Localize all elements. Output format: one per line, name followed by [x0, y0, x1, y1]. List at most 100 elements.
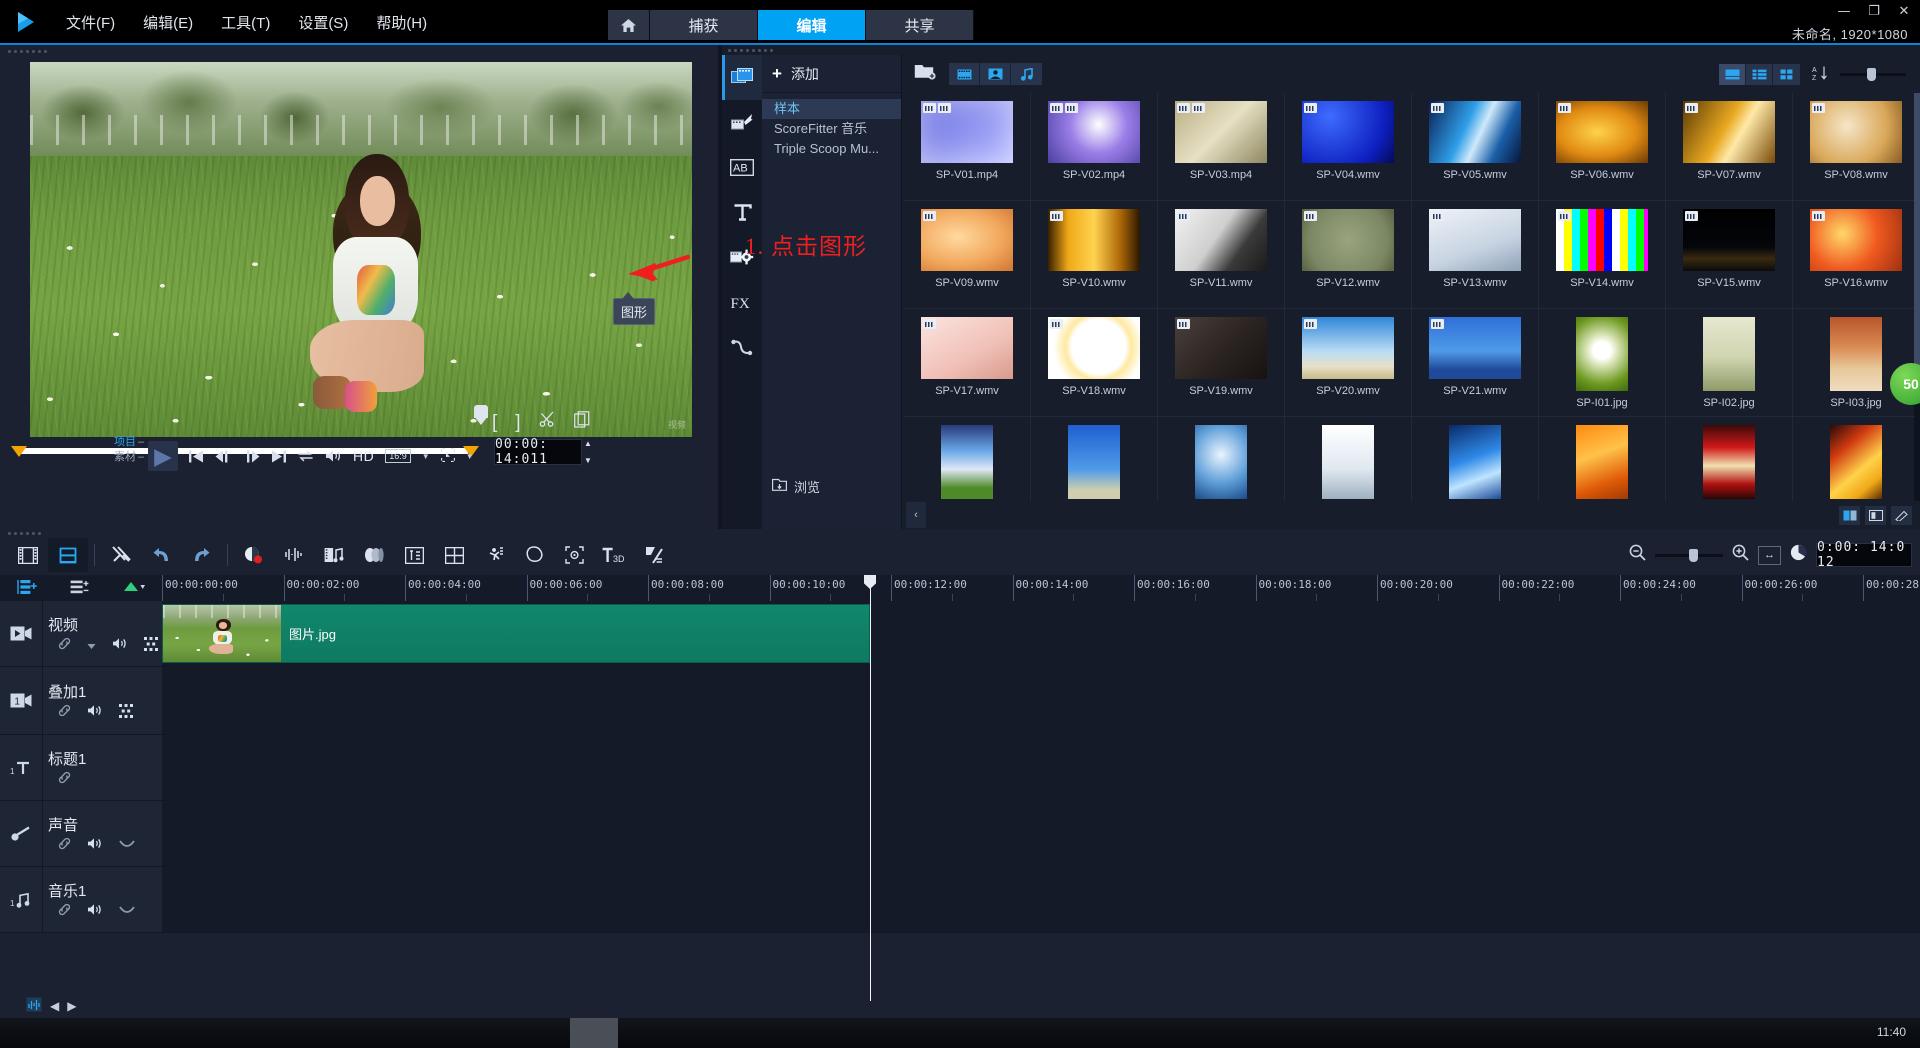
record-capture-button[interactable] [234, 538, 274, 572]
mark-in-icon[interactable]: [ [492, 412, 497, 434]
voice-track-icon[interactable] [0, 825, 42, 842]
collapse-library-icon[interactable]: ‹ [906, 502, 926, 528]
rail-fx-icon[interactable]: FX [722, 280, 762, 325]
track-volume-icon[interactable] [87, 704, 103, 720]
library-item[interactable]: SP-V05.wmv [1412, 93, 1539, 201]
timeline-ruler[interactable]: 00:00:00:00 00:00:02:00 00:00:04:00 00:00:0… [162, 575, 1920, 601]
tab-edit[interactable]: 编辑 [758, 10, 866, 40]
menu-edit[interactable]: 编辑(E) [129, 8, 207, 37]
timeline-grip[interactable] [8, 531, 41, 536]
track-mix-icon[interactable] [144, 636, 158, 654]
library-item[interactable]: SP-V01.mp4 [904, 93, 1031, 201]
preview-mode-project[interactable]: 项目 [114, 436, 136, 448]
thumbnail-size-knob[interactable] [1867, 68, 1876, 81]
tab-share[interactable]: 共享 [866, 10, 974, 40]
library-item[interactable]: SP-I02.jpg [1666, 309, 1793, 417]
track-header[interactable]: 声音 [0, 801, 162, 866]
library-scrollbar[interactable] [1914, 93, 1920, 501]
track-volume-icon[interactable] [87, 837, 103, 853]
trim-start-handle[interactable] [11, 446, 27, 457]
fit-to-window-icon[interactable]: ↔ [1758, 545, 1781, 565]
preview-grip[interactable] [8, 49, 47, 54]
library-item[interactable]: SP-I01.jpg [1539, 309, 1666, 417]
aspect-ratio-selector[interactable]: 16:9 [385, 449, 411, 463]
tab-capture[interactable]: 捕获 [650, 10, 758, 40]
minimize-button[interactable]: — [1836, 4, 1852, 19]
aspect-ratio-caret-icon[interactable]: ▼ [422, 452, 430, 461]
view-grid-icon[interactable] [1773, 63, 1800, 85]
undo-button[interactable] [141, 538, 181, 572]
library-item[interactable]: SP-V21.wmv [1412, 309, 1539, 417]
menu-settings[interactable]: 设置(S) [284, 8, 362, 37]
track-link-icon[interactable] [58, 704, 71, 720]
video-track-icon[interactable] [0, 626, 42, 641]
preview-scrubber-handle[interactable] [474, 405, 488, 425]
taskbar-item[interactable] [570, 1018, 618, 1048]
redo-button[interactable] [181, 538, 221, 572]
motion-path-button[interactable] [474, 538, 514, 572]
track-volume-icon[interactable] [87, 903, 103, 919]
filter-video-icon[interactable] [949, 63, 980, 85]
library-item[interactable]: SP-V20.wmv [1285, 309, 1412, 417]
library-item[interactable]: SP-V06.wmv [1539, 93, 1666, 201]
zoom-in-icon[interactable] [1732, 544, 1749, 566]
library-item[interactable]: SP-V19.wmv [1158, 309, 1285, 417]
track-header[interactable]: 视频 [0, 601, 162, 666]
library-item[interactable]: SP-V11.wmv [1158, 201, 1285, 309]
rail-transition-icon[interactable] [722, 100, 762, 145]
library-item[interactable]: SP-V15.wmv [1666, 201, 1793, 309]
subtitle-editor-button[interactable] [394, 538, 434, 572]
multi-trim-button[interactable] [434, 538, 474, 572]
go-to-start-button[interactable] [189, 450, 204, 463]
library-item[interactable] [1793, 417, 1920, 501]
library-item[interactable]: SP-V16.wmv [1793, 201, 1920, 309]
timeline-timecode[interactable]: 0:00: 14:0 12 [1816, 540, 1912, 570]
preview-timecode[interactable]: 00:00: 14:011 [494, 437, 582, 467]
mark-out-icon[interactable]: ] [515, 412, 520, 434]
mix-tools-button[interactable] [101, 538, 141, 572]
track-volume-icon[interactable] [112, 637, 128, 653]
library-item[interactable]: SP-V07.wmv [1666, 93, 1793, 201]
audio-mixer-button[interactable] [274, 538, 314, 572]
split-view-icon[interactable] [1865, 505, 1886, 525]
freehand-paint-button[interactable] [514, 538, 554, 572]
color-correction-button[interactable] [634, 538, 674, 572]
library-item[interactable] [1158, 417, 1285, 501]
close-button[interactable]: ✕ [1896, 4, 1912, 19]
library-item[interactable] [1539, 417, 1666, 501]
go-to-end-button[interactable] [271, 450, 286, 463]
capture-snapshot-icon[interactable] [573, 411, 590, 434]
volume-button[interactable] [325, 449, 342, 463]
rail-title-ab-icon[interactable]: AB [722, 145, 762, 190]
library-item[interactable]: SP-V08.wmv [1793, 93, 1920, 201]
split-scissors-icon[interactable] [539, 411, 556, 434]
category-item-samples[interactable]: 样本 [762, 99, 901, 119]
scroll-left-icon[interactable]: ◀ [50, 999, 59, 1013]
track-lane[interactable] [162, 801, 1920, 866]
import-folder-icon[interactable] [914, 63, 936, 85]
storyboard-mode-button[interactable] [8, 538, 48, 572]
menu-file[interactable]: 文件(F) [52, 8, 129, 37]
track-link-icon[interactable] [58, 903, 71, 919]
library-item[interactable]: SP-V03.mp4 [1158, 93, 1285, 201]
loop-button[interactable] [297, 449, 314, 463]
library-item[interactable] [1666, 417, 1793, 501]
filter-photo-icon[interactable] [980, 63, 1011, 85]
auto-music-button[interactable] [314, 538, 354, 572]
title-track-icon[interactable]: 1 [0, 760, 42, 776]
enlarge-caret-icon[interactable]: ▼ [466, 452, 474, 461]
library-item[interactable]: SP-V04.wmv [1285, 93, 1412, 201]
timeline-clip[interactable]: 图片.jpg [162, 604, 870, 663]
zoom-out-icon[interactable] [1629, 544, 1646, 566]
sort-az-icon[interactable]: AZ [1812, 65, 1828, 84]
track-header[interactable]: 1 音乐1 [0, 867, 162, 932]
library-grip[interactable] [728, 48, 773, 53]
track-link-icon[interactable] [58, 637, 71, 653]
view-large-thumb-icon[interactable] [1719, 63, 1746, 85]
face-tracking-button[interactable] [554, 538, 594, 572]
library-item[interactable]: SP-V17.wmv [904, 309, 1031, 417]
hd-toggle[interactable]: HD [353, 448, 374, 464]
scroll-right-icon[interactable]: ▶ [67, 999, 76, 1013]
title-3d-button[interactable]: 3D [594, 538, 634, 572]
menu-help[interactable]: 帮助(H) [362, 8, 441, 37]
